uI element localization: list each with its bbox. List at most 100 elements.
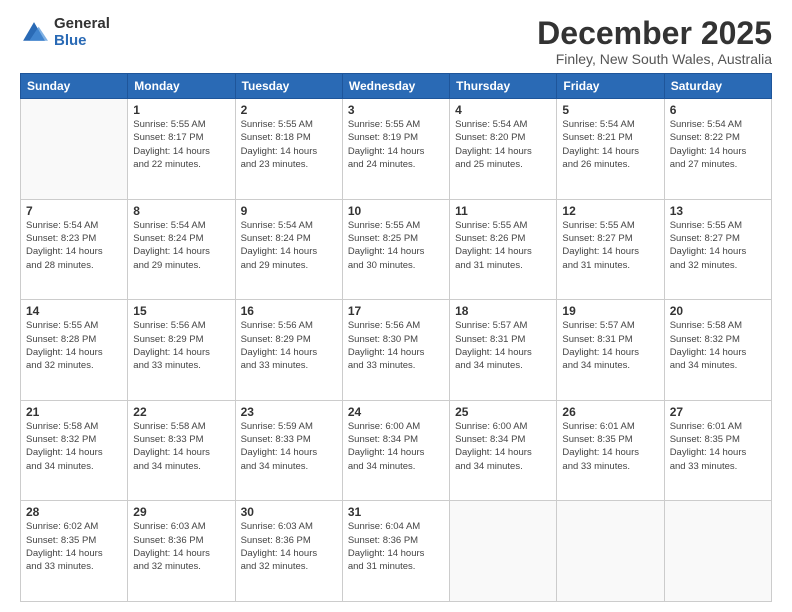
day-info: Sunrise: 5:57 AM Sunset: 8:31 PM Dayligh… — [455, 319, 551, 372]
calendar-cell: 26Sunrise: 6:01 AM Sunset: 8:35 PM Dayli… — [557, 400, 664, 501]
weekday-header-sunday: Sunday — [21, 74, 128, 99]
header: General Blue December 2025 Finley, New S… — [20, 16, 772, 67]
weekday-header-thursday: Thursday — [450, 74, 557, 99]
day-number: 28 — [26, 505, 122, 519]
day-number: 18 — [455, 304, 551, 318]
day-number: 31 — [348, 505, 444, 519]
day-number: 3 — [348, 103, 444, 117]
calendar-table: SundayMondayTuesdayWednesdayThursdayFrid… — [20, 73, 772, 602]
day-info: Sunrise: 5:54 AM Sunset: 8:24 PM Dayligh… — [241, 219, 337, 272]
day-info: Sunrise: 6:03 AM Sunset: 8:36 PM Dayligh… — [241, 520, 337, 573]
calendar-week-row: 1Sunrise: 5:55 AM Sunset: 8:17 PM Daylig… — [21, 99, 772, 200]
day-number: 26 — [562, 405, 658, 419]
day-info: Sunrise: 5:58 AM Sunset: 8:32 PM Dayligh… — [26, 420, 122, 473]
calendar-cell: 25Sunrise: 6:00 AM Sunset: 8:34 PM Dayli… — [450, 400, 557, 501]
day-number: 2 — [241, 103, 337, 117]
calendar-cell: 23Sunrise: 5:59 AM Sunset: 8:33 PM Dayli… — [235, 400, 342, 501]
calendar-cell: 3Sunrise: 5:55 AM Sunset: 8:19 PM Daylig… — [342, 99, 449, 200]
day-info: Sunrise: 5:55 AM Sunset: 8:19 PM Dayligh… — [348, 118, 444, 171]
day-number: 30 — [241, 505, 337, 519]
day-info: Sunrise: 6:04 AM Sunset: 8:36 PM Dayligh… — [348, 520, 444, 573]
day-info: Sunrise: 5:54 AM Sunset: 8:24 PM Dayligh… — [133, 219, 229, 272]
calendar-week-row: 21Sunrise: 5:58 AM Sunset: 8:32 PM Dayli… — [21, 400, 772, 501]
weekday-header-monday: Monday — [128, 74, 235, 99]
day-info: Sunrise: 5:55 AM Sunset: 8:18 PM Dayligh… — [241, 118, 337, 171]
day-info: Sunrise: 5:58 AM Sunset: 8:33 PM Dayligh… — [133, 420, 229, 473]
day-number: 22 — [133, 405, 229, 419]
month-title: December 2025 — [537, 16, 772, 51]
weekday-header-row: SundayMondayTuesdayWednesdayThursdayFrid… — [21, 74, 772, 99]
day-info: Sunrise: 6:00 AM Sunset: 8:34 PM Dayligh… — [348, 420, 444, 473]
day-number: 8 — [133, 204, 229, 218]
day-info: Sunrise: 5:55 AM Sunset: 8:27 PM Dayligh… — [670, 219, 766, 272]
day-number: 20 — [670, 304, 766, 318]
calendar-cell: 18Sunrise: 5:57 AM Sunset: 8:31 PM Dayli… — [450, 300, 557, 401]
day-info: Sunrise: 5:54 AM Sunset: 8:21 PM Dayligh… — [562, 118, 658, 171]
weekday-header-saturday: Saturday — [664, 74, 771, 99]
weekday-header-tuesday: Tuesday — [235, 74, 342, 99]
weekday-header-wednesday: Wednesday — [342, 74, 449, 99]
day-number: 17 — [348, 304, 444, 318]
calendar-cell — [557, 501, 664, 602]
calendar-cell: 15Sunrise: 5:56 AM Sunset: 8:29 PM Dayli… — [128, 300, 235, 401]
day-number: 24 — [348, 405, 444, 419]
day-info: Sunrise: 5:54 AM Sunset: 8:23 PM Dayligh… — [26, 219, 122, 272]
day-number: 29 — [133, 505, 229, 519]
logo-icon — [20, 19, 48, 47]
calendar-cell: 19Sunrise: 5:57 AM Sunset: 8:31 PM Dayli… — [557, 300, 664, 401]
day-number: 5 — [562, 103, 658, 117]
calendar-cell: 4Sunrise: 5:54 AM Sunset: 8:20 PM Daylig… — [450, 99, 557, 200]
calendar-cell: 13Sunrise: 5:55 AM Sunset: 8:27 PM Dayli… — [664, 199, 771, 300]
day-info: Sunrise: 5:56 AM Sunset: 8:29 PM Dayligh… — [133, 319, 229, 372]
day-info: Sunrise: 6:03 AM Sunset: 8:36 PM Dayligh… — [133, 520, 229, 573]
calendar-page: General Blue December 2025 Finley, New S… — [0, 0, 792, 612]
day-number: 13 — [670, 204, 766, 218]
calendar-cell: 6Sunrise: 5:54 AM Sunset: 8:22 PM Daylig… — [664, 99, 771, 200]
logo-blue-text: Blue — [54, 33, 110, 50]
calendar-cell: 8Sunrise: 5:54 AM Sunset: 8:24 PM Daylig… — [128, 199, 235, 300]
calendar-cell: 5Sunrise: 5:54 AM Sunset: 8:21 PM Daylig… — [557, 99, 664, 200]
calendar-cell: 31Sunrise: 6:04 AM Sunset: 8:36 PM Dayli… — [342, 501, 449, 602]
logo: General Blue — [20, 16, 110, 49]
day-number: 10 — [348, 204, 444, 218]
calendar-cell: 10Sunrise: 5:55 AM Sunset: 8:25 PM Dayli… — [342, 199, 449, 300]
calendar-cell: 16Sunrise: 5:56 AM Sunset: 8:29 PM Dayli… — [235, 300, 342, 401]
calendar-cell: 28Sunrise: 6:02 AM Sunset: 8:35 PM Dayli… — [21, 501, 128, 602]
day-info: Sunrise: 6:02 AM Sunset: 8:35 PM Dayligh… — [26, 520, 122, 573]
calendar-cell: 24Sunrise: 6:00 AM Sunset: 8:34 PM Dayli… — [342, 400, 449, 501]
day-number: 12 — [562, 204, 658, 218]
day-info: Sunrise: 6:01 AM Sunset: 8:35 PM Dayligh… — [562, 420, 658, 473]
calendar-cell: 11Sunrise: 5:55 AM Sunset: 8:26 PM Dayli… — [450, 199, 557, 300]
day-number: 7 — [26, 204, 122, 218]
logo-general-text: General — [54, 16, 110, 33]
weekday-header-friday: Friday — [557, 74, 664, 99]
calendar-cell: 7Sunrise: 5:54 AM Sunset: 8:23 PM Daylig… — [21, 199, 128, 300]
day-info: Sunrise: 5:55 AM Sunset: 8:25 PM Dayligh… — [348, 219, 444, 272]
calendar-cell — [21, 99, 128, 200]
day-info: Sunrise: 5:58 AM Sunset: 8:32 PM Dayligh… — [670, 319, 766, 372]
calendar-week-row: 14Sunrise: 5:55 AM Sunset: 8:28 PM Dayli… — [21, 300, 772, 401]
day-number: 1 — [133, 103, 229, 117]
day-number: 19 — [562, 304, 658, 318]
day-number: 23 — [241, 405, 337, 419]
calendar-cell: 22Sunrise: 5:58 AM Sunset: 8:33 PM Dayli… — [128, 400, 235, 501]
day-info: Sunrise: 5:55 AM Sunset: 8:27 PM Dayligh… — [562, 219, 658, 272]
day-info: Sunrise: 5:55 AM Sunset: 8:17 PM Dayligh… — [133, 118, 229, 171]
calendar-cell: 9Sunrise: 5:54 AM Sunset: 8:24 PM Daylig… — [235, 199, 342, 300]
day-number: 16 — [241, 304, 337, 318]
calendar-week-row: 28Sunrise: 6:02 AM Sunset: 8:35 PM Dayli… — [21, 501, 772, 602]
calendar-cell: 2Sunrise: 5:55 AM Sunset: 8:18 PM Daylig… — [235, 99, 342, 200]
day-number: 27 — [670, 405, 766, 419]
day-info: Sunrise: 5:56 AM Sunset: 8:30 PM Dayligh… — [348, 319, 444, 372]
day-info: Sunrise: 6:01 AM Sunset: 8:35 PM Dayligh… — [670, 420, 766, 473]
calendar-cell: 12Sunrise: 5:55 AM Sunset: 8:27 PM Dayli… — [557, 199, 664, 300]
day-number: 15 — [133, 304, 229, 318]
calendar-week-row: 7Sunrise: 5:54 AM Sunset: 8:23 PM Daylig… — [21, 199, 772, 300]
day-number: 21 — [26, 405, 122, 419]
day-info: Sunrise: 5:57 AM Sunset: 8:31 PM Dayligh… — [562, 319, 658, 372]
day-info: Sunrise: 5:59 AM Sunset: 8:33 PM Dayligh… — [241, 420, 337, 473]
calendar-cell: 27Sunrise: 6:01 AM Sunset: 8:35 PM Dayli… — [664, 400, 771, 501]
calendar-cell: 20Sunrise: 5:58 AM Sunset: 8:32 PM Dayli… — [664, 300, 771, 401]
day-number: 11 — [455, 204, 551, 218]
day-info: Sunrise: 5:54 AM Sunset: 8:22 PM Dayligh… — [670, 118, 766, 171]
